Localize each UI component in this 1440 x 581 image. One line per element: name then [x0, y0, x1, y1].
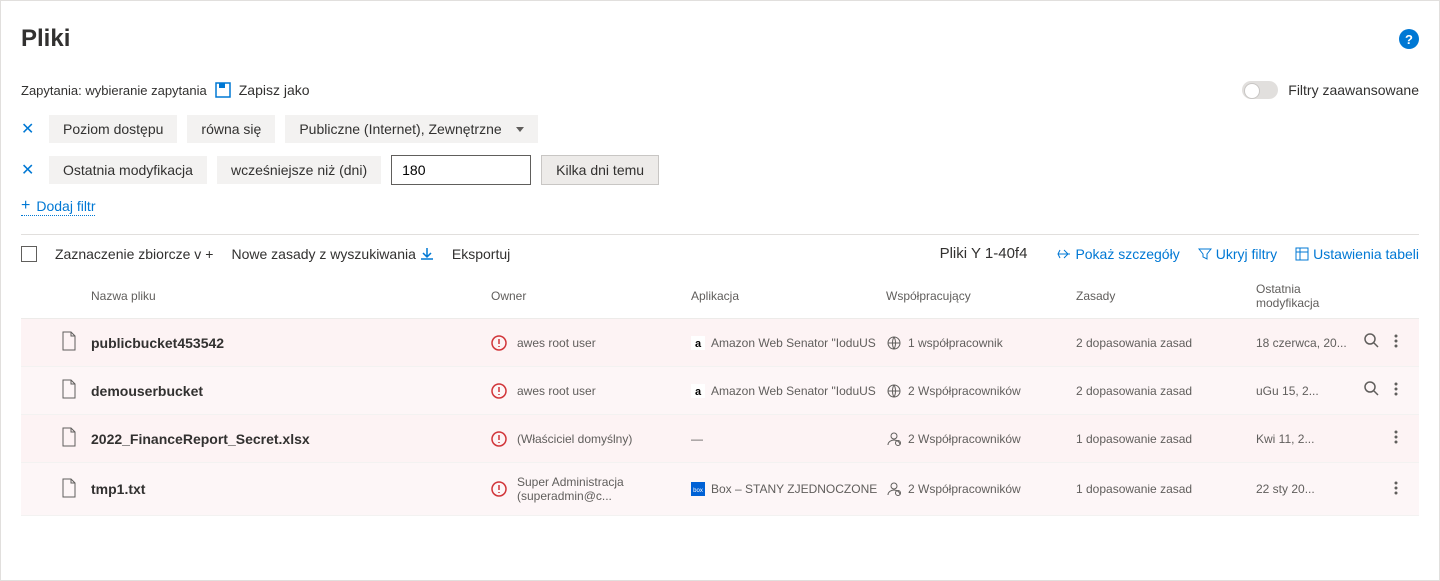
export-button[interactable]: Eksportuj	[452, 246, 510, 262]
filter-row: ✕ Poziom dostępu równa się Publiczne (In…	[21, 115, 1419, 143]
more-icon	[1394, 429, 1398, 445]
more-icon	[1394, 333, 1398, 349]
table-row[interactable]: 2022_FinanceReport_Secret.xlsx (Właścici…	[21, 415, 1419, 463]
owner-text: awes root user	[517, 336, 596, 350]
aws-icon: a	[691, 384, 705, 398]
page-title: Pliki	[21, 25, 70, 53]
select-all-checkbox[interactable]	[21, 246, 37, 262]
file-icon	[61, 427, 77, 447]
person-icon	[886, 431, 902, 447]
collab-text: 2 Współpracowników	[908, 432, 1021, 446]
file-name[interactable]: publicbucket453542	[91, 335, 224, 351]
remove-filter-button[interactable]: ✕	[21, 119, 39, 139]
aws-icon: a	[691, 336, 705, 350]
advanced-filters-toggle[interactable]	[1242, 81, 1278, 99]
warning-icon	[491, 481, 507, 497]
warning-icon	[491, 335, 507, 351]
svg-text:box: box	[693, 488, 703, 494]
person-icon	[886, 481, 902, 497]
filter-row: ✕ Ostatnia modyfikacja wcześniejsze niż …	[21, 155, 1419, 185]
file-icon	[61, 379, 77, 399]
row-search-button[interactable]	[1364, 381, 1380, 400]
box-icon: box	[691, 482, 705, 496]
app-text: Box – STANY ZJEDNOCZONE	[711, 482, 877, 496]
warning-icon	[491, 431, 507, 447]
file-name[interactable]: tmp1.txt	[91, 481, 145, 497]
file-icon	[61, 331, 77, 351]
owner-text: (Właściciel domyślny)	[517, 432, 632, 446]
owner-text: Super Administracja (superadmin@c...	[517, 475, 691, 503]
add-filter-button[interactable]: + Dodaj filtr	[21, 197, 95, 216]
mod-text: 22 sty 20...	[1256, 482, 1356, 496]
policy-text: 1 dopasowanie zasad	[1076, 432, 1256, 446]
app-text: —	[691, 432, 703, 446]
row-more-button[interactable]	[1394, 381, 1398, 400]
file-name[interactable]: demouserbucket	[91, 383, 203, 399]
filter-operator[interactable]: równa się	[187, 115, 275, 143]
svg-text:a: a	[695, 338, 702, 350]
policy-text: 1 dopasowanie zasad	[1076, 482, 1256, 496]
more-icon	[1394, 480, 1398, 496]
owner-text: awes root user	[517, 384, 596, 398]
table-row[interactable]: tmp1.txt Super Administracja (superadmin…	[21, 463, 1419, 516]
table-settings-button[interactable]: Ustawienia tabeli	[1295, 246, 1419, 262]
mod-text: Kwi 11, 2...	[1256, 432, 1356, 446]
app-text: Amazon Web Senator "IoduUS	[711, 336, 876, 350]
filter-value-dropdown[interactable]: Publiczne (Internet), Zewnętrzne	[285, 115, 537, 143]
bulk-select-button[interactable]: Zaznaczenie zbiorcze v +	[55, 246, 213, 262]
new-policy-button[interactable]: Nowe zasady z wyszukiwania	[231, 246, 433, 262]
result-count: Pliki Y 1-40f4	[940, 245, 1028, 262]
table-row[interactable]: demouserbucket awes root user a Amazon We…	[21, 367, 1419, 415]
more-icon	[1394, 381, 1398, 397]
table-row[interactable]: publicbucket453542 awes root user a Amazo…	[21, 319, 1419, 367]
filter-days-input[interactable]	[391, 155, 531, 185]
search-icon	[1364, 381, 1380, 397]
advanced-filters-label: Filtry zaawansowane	[1288, 82, 1419, 98]
plus-icon: +	[21, 197, 30, 215]
table-header: Nazwa pliku Owner Aplikacja Współpracują…	[21, 274, 1419, 319]
remove-filter-button[interactable]: ✕	[21, 160, 39, 180]
mod-text: 18 czerwca, 20...	[1256, 336, 1356, 350]
globe-icon	[886, 383, 902, 399]
file-name[interactable]: 2022_FinanceReport_Secret.xlsx	[91, 431, 310, 447]
app-text: Amazon Web Senator "IoduUS	[711, 384, 876, 398]
hide-filters-button[interactable]: Ukryj filtry	[1198, 246, 1277, 262]
filter-field[interactable]: Poziom dostępu	[49, 115, 177, 143]
show-details-button[interactable]: Pokaż szczegóły	[1057, 246, 1179, 262]
help-icon[interactable]: ?	[1399, 29, 1419, 49]
collab-text: 2 Współpracowników	[908, 482, 1021, 496]
policy-text: 2 dopasowania zasad	[1076, 384, 1256, 398]
search-icon	[1364, 333, 1380, 349]
download-icon	[420, 247, 434, 261]
filter-field[interactable]: Ostatnia modyfikacja	[49, 156, 207, 184]
globe-icon	[886, 335, 902, 351]
row-more-button[interactable]	[1394, 480, 1398, 499]
row-search-button[interactable]	[1364, 333, 1380, 352]
save-icon	[215, 82, 231, 98]
warning-icon	[491, 383, 507, 399]
filter-icon	[1198, 247, 1212, 261]
svg-text:a: a	[695, 386, 702, 398]
collab-text: 1 współpracownik	[908, 336, 1003, 350]
table-icon	[1295, 247, 1309, 261]
file-icon	[61, 478, 77, 498]
row-more-button[interactable]	[1394, 429, 1398, 448]
queries-label: Zapytania: wybieranie zapytania	[21, 83, 207, 98]
mod-text: uGu 15, 2...	[1256, 384, 1356, 398]
save-as-button[interactable]: Zapisz jako	[239, 82, 310, 98]
policy-text: 2 dopasowania zasad	[1076, 336, 1256, 350]
collab-text: 2 Współpracowników	[908, 384, 1021, 398]
filter-preset-pill[interactable]: Kilka dni temu	[541, 155, 659, 185]
filter-operator[interactable]: wcześniejsze niż (dni)	[217, 156, 381, 184]
row-more-button[interactable]	[1394, 333, 1398, 352]
expand-icon	[1057, 247, 1071, 261]
